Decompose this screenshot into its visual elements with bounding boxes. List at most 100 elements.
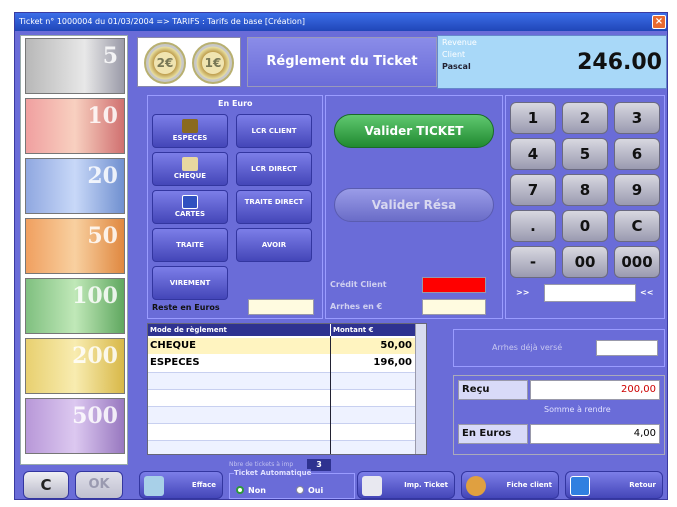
printer-icon <box>362 476 382 496</box>
cartes-button[interactable]: CARTES <box>152 190 228 224</box>
c-button[interactable]: C <box>23 471 69 499</box>
payment-methods-panel: En Euro ESPECES LCR CLIENT CHEQUE LCR DI… <box>147 95 323 319</box>
key-1[interactable]: 1 <box>510 102 556 134</box>
key-6[interactable]: 6 <box>614 138 660 170</box>
key-minus[interactable]: - <box>510 246 556 278</box>
reste-label: Reste en Euros <box>152 303 220 312</box>
payment-amount: 196,00 <box>373 357 412 368</box>
banknote-100[interactable]: 100 <box>25 278 125 334</box>
banknote-200[interactable]: 200 <box>25 338 125 394</box>
page-title: Réglement du Ticket <box>247 37 437 87</box>
rendre-label: Somme à rendre <box>544 405 611 414</box>
non-radio[interactable] <box>236 486 244 494</box>
column-header-amount: Montant € <box>330 324 416 336</box>
table-row-empty <box>148 389 416 406</box>
traite-direct-button[interactable]: TRAITE DIRECT <box>236 190 312 224</box>
lcr-client-button[interactable]: LCR CLIENT <box>236 114 312 148</box>
traite-button[interactable]: TRAITE <box>152 228 228 262</box>
info-line-2: Client <box>442 50 466 59</box>
ticket-total: 246.00 <box>577 50 662 75</box>
non-label: Non <box>248 486 266 495</box>
credit-client-label: Crédit Client <box>330 280 387 289</box>
payment-window: Ticket n° 1000004 du 01/03/2004 => TARIF… <box>14 12 668 500</box>
effacer-button[interactable]: Efface <box>139 471 223 499</box>
credit-client-field <box>422 277 486 293</box>
cheque-icon <box>182 157 198 171</box>
exit-arrow-icon <box>570 476 590 496</box>
credit-card-icon <box>182 195 198 209</box>
table-row-empty <box>148 372 416 389</box>
key-00[interactable]: 00 <box>562 246 608 278</box>
column-divider <box>330 336 331 454</box>
keypad-panel: 1 2 3 4 5 6 7 8 9 . 0 C - 00 000 >> << <box>505 95 665 319</box>
oui-radio[interactable] <box>296 486 304 494</box>
banknote-20[interactable]: 20 <box>25 158 125 214</box>
acompte-field <box>422 299 486 315</box>
virement-button[interactable]: VIREMENT <box>152 266 228 300</box>
imp-ticket-button[interactable]: Imp. Ticket <box>357 471 455 499</box>
coin-panel: 2€ 1€ <box>137 37 241 87</box>
payment-mode: CHEQUE <box>150 340 196 351</box>
window-title: Ticket n° 1000004 du 01/03/2004 => TARIF… <box>19 17 306 26</box>
key-2[interactable]: 2 <box>562 102 608 134</box>
keypad-display[interactable] <box>544 284 636 302</box>
people-icon <box>466 476 486 496</box>
valider-resa-button[interactable]: Valider Résa <box>334 188 494 222</box>
banknote-50[interactable]: 50 <box>25 218 125 274</box>
reste-field <box>248 299 314 315</box>
payment-amount: 50,00 <box>380 340 412 351</box>
fiche-client-button[interactable]: Fiche client <box>461 471 559 499</box>
keypad-arrows-right: << <box>640 288 654 297</box>
key-4[interactable]: 4 <box>510 138 556 170</box>
key-8[interactable]: 8 <box>562 174 608 206</box>
recu-field[interactable]: 200,00 <box>530 380 660 400</box>
table-scrollbar[interactable] <box>415 324 426 454</box>
arrhes-field <box>596 340 658 356</box>
info-line-1: Revenue <box>442 38 477 47</box>
coin-1-euro[interactable]: 1€ <box>192 42 234 84</box>
payment-mode: ESPECES <box>150 357 200 368</box>
banknote-500[interactable]: 500 <box>25 398 125 454</box>
oui-label: Oui <box>308 486 324 495</box>
euros-label: En Euros <box>458 424 528 444</box>
key-dot[interactable]: . <box>510 210 556 242</box>
banknote-5[interactable]: 5 <box>25 38 125 94</box>
cheque-button[interactable]: CHEQUE <box>152 152 228 186</box>
client-name: Pascal <box>442 62 471 71</box>
acompte-label: Arrhes en € <box>330 302 383 311</box>
coin-2-euro[interactable]: 2€ <box>144 42 186 84</box>
validation-panel: Valider TICKET Valider Résa Crédit Clien… <box>325 95 503 319</box>
recu-label: Reçu <box>458 380 528 400</box>
lcr-direct-button[interactable]: LCR DIRECT <box>236 152 312 186</box>
table-row-empty <box>148 440 416 454</box>
key-3[interactable]: 3 <box>614 102 660 134</box>
key-clear[interactable]: C <box>614 210 660 242</box>
table-row-empty <box>148 406 416 423</box>
key-7[interactable]: 7 <box>510 174 556 206</box>
arrhes-panel: Arrhes déjà versé <box>453 329 665 367</box>
euros-field: 4,00 <box>530 424 660 444</box>
key-5[interactable]: 5 <box>562 138 608 170</box>
key-0[interactable]: 0 <box>562 210 608 242</box>
key-000[interactable]: 000 <box>614 246 660 278</box>
avoir-button[interactable]: AVOIR <box>236 228 312 262</box>
close-icon[interactable]: × <box>652 15 666 29</box>
ok-button[interactable]: OK <box>75 471 123 499</box>
section-title: En Euro <box>218 99 253 108</box>
table-row[interactable]: CHEQUE 50,00 <box>148 338 416 354</box>
banknote-10[interactable]: 10 <box>25 98 125 154</box>
especes-button[interactable]: ESPECES <box>152 114 228 148</box>
title-bar: Ticket n° 1000004 du 01/03/2004 => TARIF… <box>15 13 667 31</box>
table-row[interactable]: ESPECES 196,00 <box>148 355 416 371</box>
table-row-empty <box>148 423 416 440</box>
key-9[interactable]: 9 <box>614 174 660 206</box>
valider-ticket-button[interactable]: Valider TICKET <box>334 114 494 148</box>
arrhes-button[interactable]: Arrhes déjà versé <box>492 343 562 352</box>
change-panel: Reçu 200,00 Somme à rendre En Euros 4,00 <box>453 375 665 455</box>
trash-icon <box>144 476 164 496</box>
cash-icon <box>182 119 198 133</box>
banknote-panel: 5 10 20 50 100 200 500 <box>20 35 128 465</box>
retour-button[interactable]: Retour <box>565 471 663 499</box>
payments-table: Mode de règlement Montant € CHEQUE 50,00… <box>147 323 427 455</box>
column-header-mode: Mode de règlement <box>148 324 330 336</box>
